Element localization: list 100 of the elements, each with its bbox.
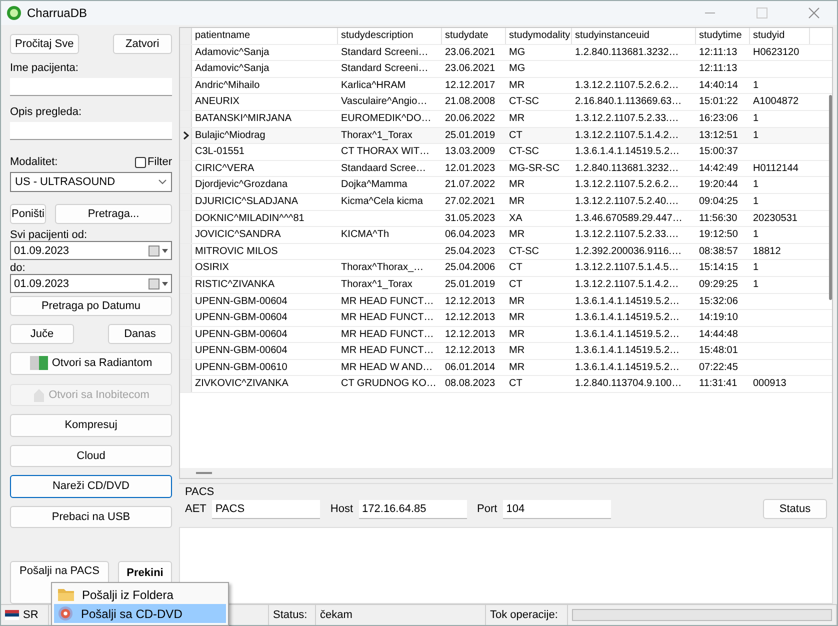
table-cell-text: 14:40:14: [698, 78, 739, 93]
table-cell-text: ZIVKOVIC^ZIVANKA: [194, 377, 290, 392]
table-cell-text: 12.12.2013: [444, 328, 496, 342]
table-cell-text: 1.3.12.2.1107.5.2.33.…: [574, 112, 680, 126]
table-cell-text: 06.01.2014: [444, 360, 496, 375]
table-cell-text: 1: [752, 78, 760, 93]
table-cell-text: CT GRUDNOG KO…: [340, 377, 438, 392]
table-cell-text: 1.3.12.2.1107.5.2.40.…: [574, 194, 680, 209]
table-cell-text: 1.3.6.1.4.1.14519.5.2…: [574, 294, 681, 308]
table-cell-text: Dojka^Mamma: [340, 178, 408, 192]
group-title: PACS: [185, 486, 216, 498]
table-cell-text: 12.12.2017: [444, 78, 496, 93]
table-cell-text: 1.3.6.1.4.1.14519.5.2…: [574, 145, 681, 160]
table-cell-text: 1.3.12.2.1107.5.2.6.2…: [574, 178, 680, 192]
table-cell-text: CT-SC: [508, 244, 540, 259]
table-cell-text: 1.3.12.2.1107.5.1.4.2…: [574, 278, 680, 292]
table-cell-text: 12.12.2013: [444, 344, 496, 358]
table-cell-text: 20.06.2022: [444, 112, 496, 126]
table-cell-text: MR: [508, 194, 526, 209]
table-cell-text: MR: [508, 344, 526, 358]
table-cell-text: 16:23:06: [698, 112, 739, 126]
table-cell-text: 12.12.2013: [444, 294, 496, 308]
table-cell-text: 14:44:48: [698, 328, 739, 342]
table-cell-text: MR HEAD FUNCT…: [340, 311, 435, 326]
table-cell-text: 11:31:41: [698, 377, 738, 392]
table-cell-text: 1.2.840.113681.3232…: [574, 46, 680, 60]
table-cell-text: Thorax^1_Torax: [340, 128, 414, 143]
table-cell-text: CT: [508, 377, 524, 392]
table-cell-text: A1004872: [752, 95, 800, 110]
progress-label: Tok operacije:: [490, 609, 558, 621]
table-cell-text: Adamovic^Sanja: [194, 46, 270, 60]
table-cell-text: 1.3.6.1.4.1.14519.5.2…: [574, 344, 681, 358]
table-cell-text: 14:19:10: [698, 311, 739, 326]
table-cell-text: Karlica^HRAM: [340, 78, 407, 93]
table-cell-text: CT-SC: [508, 145, 540, 160]
table-cell-text: 25.01.2019: [444, 278, 496, 292]
table-cell-text: 1.2.840.113704.9.100…: [574, 377, 683, 392]
table-cell-text: 000913: [752, 377, 788, 392]
table-cell-text: H0623120: [752, 46, 800, 60]
table-cell-text: MG-SR-SC: [508, 162, 561, 176]
table-cell-text: MR HEAD FUNCT…: [340, 344, 435, 358]
table-cell-text: RISTIC^ZIVANKA: [194, 278, 276, 292]
table-cell-text: 15:48:01: [698, 344, 739, 358]
field-label: Svi pacijenti od:: [10, 229, 88, 241]
table-cell-text: 2.16.840.1.113669.63…: [574, 95, 683, 110]
table-cell-text: Standard Screeni…: [340, 46, 430, 60]
table-cell-text: 1: [752, 128, 760, 143]
table-cell-text: EUROMEDIK^DO…: [340, 112, 432, 126]
table-cell-text: 1.3.6.1.4.1.14519.5.2…: [574, 360, 681, 375]
table-cell-text: MG: [508, 46, 526, 60]
table-cell-text: UPENN-GBM-00604: [194, 311, 288, 326]
table-cell-text: 15:01:22: [698, 95, 739, 110]
field-label: do:: [10, 262, 26, 274]
table-cell-text: 25.04.2023: [444, 244, 496, 259]
table-cell-text: MR: [508, 311, 526, 326]
table-cell-text: 21.08.2008: [444, 95, 496, 110]
table-cell-text: 1: [752, 261, 760, 276]
table-cell-text: 12.01.2023: [444, 162, 496, 176]
table-cell-text: DJURICIC^SLADJANA: [194, 194, 300, 209]
table-cell-text: 14:42:49: [698, 162, 739, 176]
table-cell-text: KICMA^Th: [340, 228, 390, 242]
table-cell-text: UPENN-GBM-00604: [194, 344, 288, 358]
field-label: AET: [185, 503, 206, 515]
table-cell-text: 18812: [752, 244, 782, 259]
table-cell-text: 08.08.2023: [444, 377, 496, 392]
table-cell-text: MR: [508, 78, 526, 93]
field-label: Modalitet:: [10, 156, 58, 168]
table-cell-text: Djordjevic^Grozdana: [194, 178, 289, 192]
table-cell-text: 19:20:44: [698, 178, 739, 192]
table-cell-text: 1.3.46.670589.29.447…: [574, 212, 684, 226]
table-cell-text: 23.06.2021: [444, 62, 496, 76]
table-cell-text: BATANSKI^MIRJANA: [194, 112, 293, 126]
checkbox-label: Filter: [148, 156, 172, 168]
table-cell-text: 1: [752, 228, 760, 242]
table-cell-text: Standaard Scree…: [340, 162, 428, 176]
table-cell-text: MR: [508, 360, 526, 375]
table-cell-text: 25.04.2006: [444, 261, 496, 276]
table-cell-text: 1: [752, 178, 760, 192]
window-title: CharruaDB: [27, 6, 88, 20]
table-cell-text: MR HEAD W AND…: [340, 360, 434, 375]
table-cell-text: 1: [752, 278, 760, 292]
table-cell-text: 06.04.2023: [444, 228, 496, 242]
table-cell-text: 31.05.2023: [444, 212, 496, 226]
table-cell-text: 11:56:30: [698, 212, 738, 226]
table-cell-text: 13.03.2009: [444, 145, 496, 160]
table-cell-text: UPENN-GBM-00604: [194, 328, 288, 342]
table-cell-text: Andric^Mihailo: [194, 78, 261, 93]
table-cell-text: 12:11:13: [698, 46, 738, 60]
table-cell-text: 12.12.2013: [444, 311, 496, 326]
table-cell-text: Standard Screeni…: [340, 62, 430, 76]
table-cell-text: 1.3.6.1.4.1.14519.5.2…: [574, 311, 681, 326]
table-cell-text: 21.07.2022: [444, 178, 496, 192]
field-label: Opis pregleda:: [10, 106, 83, 118]
table-cell-text: MR: [508, 228, 526, 242]
table-cell-text: 19:12:50: [698, 228, 739, 242]
table-cell-text: MR: [508, 178, 526, 192]
table-cell-text: MR: [508, 294, 526, 308]
table-cell-text: MR: [508, 328, 526, 342]
field-label: Ime pacijenta:: [10, 62, 80, 74]
table-cell-text: OSIRIX: [194, 261, 230, 276]
